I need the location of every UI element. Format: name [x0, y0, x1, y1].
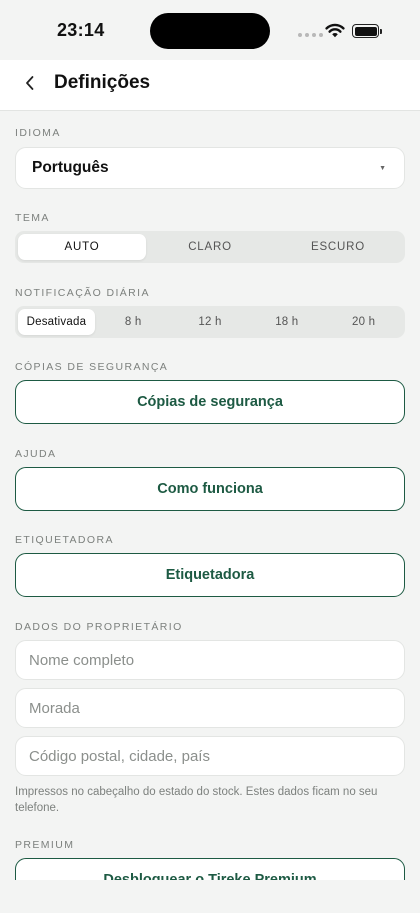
section-label-theme: Tema — [15, 212, 50, 224]
theme-option-claro[interactable]: CLARO — [146, 234, 274, 260]
section-label-notification: Notificação diária — [15, 287, 150, 299]
notification-option-off[interactable]: Desativada — [18, 309, 95, 335]
notification-option-18h[interactable]: 18 h — [248, 309, 325, 335]
section-label-owner: Dados do proprietário — [15, 621, 183, 633]
unlock-premium-button[interactable]: Desbloquear o Tireke Premium — [15, 858, 405, 880]
language-select[interactable]: Português ▼ — [15, 147, 405, 189]
notification-option-20h[interactable]: 20 h — [325, 309, 402, 335]
section-label-backups: Cópias de segurança — [15, 361, 169, 373]
section-label-help: Ajuda — [15, 448, 57, 460]
caret-down-icon: ▼ — [379, 165, 386, 172]
notification-segmented-control: Desativada 8 h 12 h 18 h 20 h — [15, 306, 405, 338]
full-name-input[interactable] — [15, 640, 405, 680]
settings-scroll-area[interactable]: Idioma Português ▼ Tema AUTO CLARO ESCUR… — [0, 0, 420, 880]
labeler-button[interactable]: Etiquetadora — [15, 553, 405, 597]
language-select-value: Português — [32, 159, 109, 176]
section-label-language: Idioma — [15, 127, 61, 139]
theme-segmented-control: AUTO CLARO ESCURO — [15, 231, 405, 263]
backups-button[interactable]: Cópias de segurança — [15, 380, 405, 424]
section-label-labeler: Etiquetadora — [15, 534, 114, 546]
address-input[interactable] — [15, 688, 405, 728]
postal-city-country-input[interactable] — [15, 736, 405, 776]
theme-option-escuro[interactable]: ESCURO — [274, 234, 402, 260]
how-it-works-button[interactable]: Como funciona — [15, 467, 405, 511]
notification-option-8h[interactable]: 8 h — [95, 309, 172, 335]
owner-data-hint: Impressos no cabeçalho do estado do stoc… — [15, 786, 378, 814]
theme-option-auto[interactable]: AUTO — [18, 234, 146, 260]
notification-option-12h[interactable]: 12 h — [172, 309, 249, 335]
section-label-premium: Premium — [15, 839, 75, 851]
